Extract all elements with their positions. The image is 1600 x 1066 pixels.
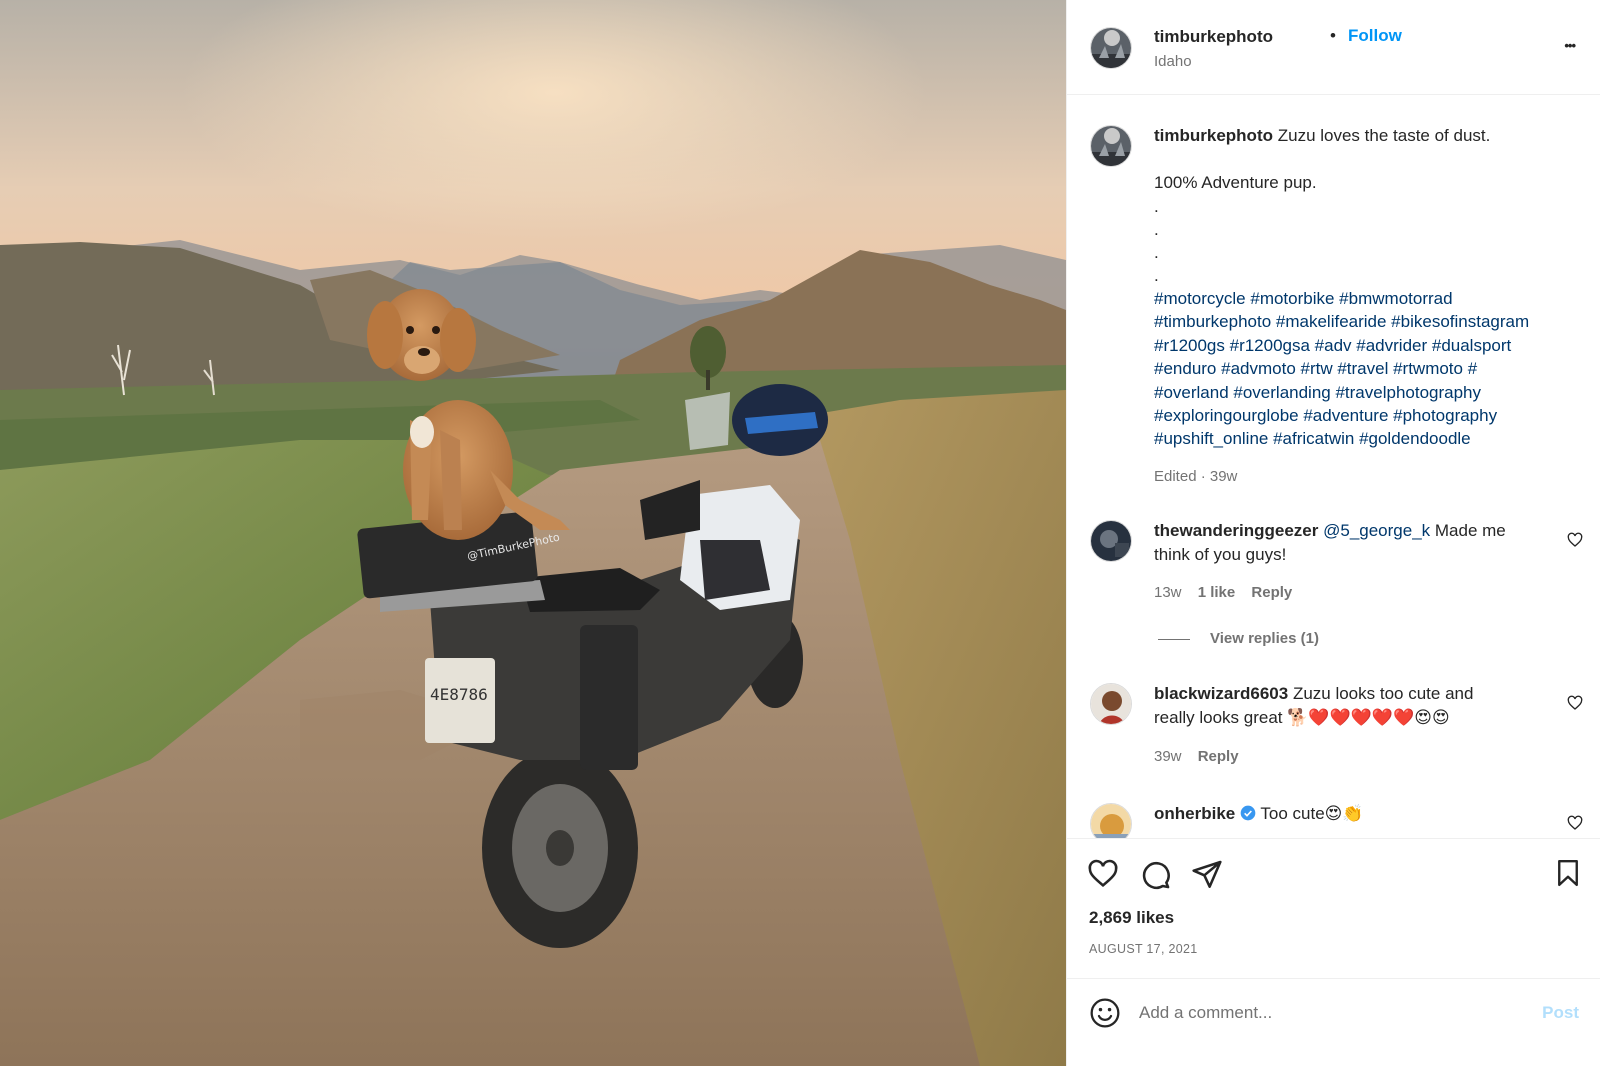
license-plate-text: 4E8786 xyxy=(430,685,488,704)
more-options-icon[interactable]: ••• xyxy=(1564,38,1576,53)
caption-line-2: 100% Adventure pup. xyxy=(1154,173,1317,192)
share-paper-plane-icon[interactable] xyxy=(1191,858,1223,890)
author-username[interactable]: timburkephoto xyxy=(1154,27,1273,47)
commenter-avatar[interactable] xyxy=(1090,683,1132,725)
comment-bubble-icon[interactable] xyxy=(1139,858,1171,890)
post-comment-button[interactable]: Post xyxy=(1542,1003,1579,1023)
comment-item: onherbike Too cute😍👏 xyxy=(1067,803,1600,838)
comment-likes[interactable]: 1 like xyxy=(1198,584,1236,601)
comment-text: Too cute😍👏 xyxy=(1260,804,1364,823)
follow-button[interactable]: Follow xyxy=(1348,26,1402,46)
post-photo[interactable]: @TimBurkePhoto 4E8786 xyxy=(0,0,1066,1066)
hashtag-line[interactable]: #motorcycle #motorbike #bmwmotorrad xyxy=(1154,287,1584,310)
verified-badge-icon xyxy=(1240,805,1256,821)
photo-scene: @TimBurkePhoto 4E8786 xyxy=(0,0,1066,1066)
commenter-avatar[interactable] xyxy=(1090,520,1132,562)
like-heart-icon[interactable] xyxy=(1087,858,1119,890)
comment-time[interactable]: 13w xyxy=(1154,584,1182,601)
hashtag-line[interactable]: #r1200gs #r1200gsa #adv #advrider #duals… xyxy=(1154,334,1584,357)
post-details-panel: timburkephoto • Follow Idaho ••• timburk… xyxy=(1066,0,1600,1066)
caption-edited-time: Edited · 39w xyxy=(1154,467,1238,485)
post-header: timburkephoto • Follow Idaho ••• xyxy=(1067,0,1600,95)
hashtag-line[interactable]: #timburkephoto #makelifearide #bikesofin… xyxy=(1154,310,1584,333)
comments-scroll-area[interactable]: timburkephoto Zuzu loves the taste of du… xyxy=(1067,95,1600,838)
hashtag-line[interactable]: #overland #overlanding #travelphotograph… xyxy=(1154,381,1584,404)
hashtag-line[interactable]: #upshift_online #africatwin #goldendoodl… xyxy=(1154,427,1584,450)
comment-like-heart-icon[interactable] xyxy=(1567,815,1583,831)
comment-text: Zuzu looks too cute and xyxy=(1292,684,1474,703)
comment-like-heart-icon[interactable] xyxy=(1567,695,1583,711)
emoji-smiley-icon[interactable] xyxy=(1089,997,1121,1029)
caption-avatar[interactable] xyxy=(1090,125,1132,167)
add-comment-bar: Post xyxy=(1067,979,1600,1066)
caption-line-1: Zuzu loves the taste of dust. xyxy=(1277,126,1491,145)
caption-block: timburkephoto Zuzu loves the taste of du… xyxy=(1154,124,1584,485)
comment-text: think of you guys! xyxy=(1154,545,1287,564)
caption-dot: . xyxy=(1154,220,1159,239)
comment-username[interactable]: blackwizard6603 xyxy=(1154,684,1288,703)
actions-divider xyxy=(1067,838,1600,839)
comment-item: thewanderinggeezer @5_george_k Made me t… xyxy=(1067,520,1600,660)
hashtag-line[interactable]: #exploringourglobe #adventure #photograp… xyxy=(1154,404,1584,427)
caption-dot: . xyxy=(1154,243,1159,262)
comment-reply-button[interactable]: Reply xyxy=(1251,584,1292,601)
view-replies-button[interactable]: View replies (1) xyxy=(1210,630,1319,647)
comment-input[interactable] xyxy=(1139,1001,1509,1025)
comment-reply-button[interactable]: Reply xyxy=(1198,748,1239,765)
hashtag-line[interactable]: #enduro #advmoto #rtw #travel #rtwmoto # xyxy=(1154,357,1584,380)
post-location[interactable]: Idaho xyxy=(1154,53,1192,70)
comment-username[interactable]: thewanderinggeezer xyxy=(1154,521,1318,540)
comment-text: really looks great 🐕❤️❤️❤️❤️❤️😍😍 xyxy=(1154,708,1450,727)
comment-item: blackwizard6603 Zuzu looks too cute and … xyxy=(1067,683,1600,783)
author-avatar[interactable] xyxy=(1090,27,1132,69)
comment-like-heart-icon[interactable] xyxy=(1567,532,1583,548)
comment-text: Made me xyxy=(1430,521,1506,540)
likes-count[interactable]: 2,869 likes xyxy=(1089,908,1174,928)
post-date: AUGUST 17, 2021 xyxy=(1089,942,1198,956)
caption-username[interactable]: timburkephoto xyxy=(1154,126,1273,145)
view-replies-line xyxy=(1158,639,1190,640)
action-bar xyxy=(1067,850,1600,898)
save-bookmark-icon[interactable] xyxy=(1553,858,1583,888)
commenter-avatar[interactable] xyxy=(1090,803,1132,838)
comment-username[interactable]: onherbike xyxy=(1154,804,1235,823)
caption-dot: . xyxy=(1154,197,1159,216)
header-separator: • xyxy=(1330,26,1336,45)
comment-mention[interactable]: @5_george_k xyxy=(1323,521,1430,540)
caption-dot: . xyxy=(1154,266,1159,285)
comment-time[interactable]: 39w xyxy=(1154,748,1182,765)
